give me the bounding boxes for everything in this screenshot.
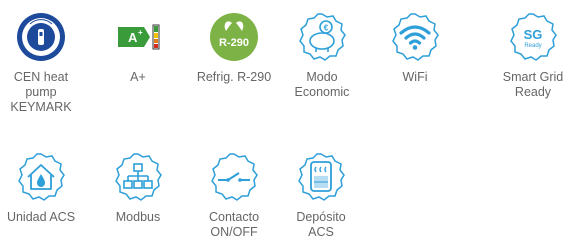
svg-text:€: € [324,24,329,33]
feature-label: Unidad ACS [6,210,76,224]
refrigerant-r290-icon: R-290 [210,13,258,61]
water-tank-icon [298,153,345,201]
feature-label: Refrig. R-290 [196,70,272,84]
feature-label: Smart Grid Ready [502,70,564,99]
feature-label: Modbus [115,210,161,224]
feature-label: Contacto ON/OFF [208,210,260,239]
feature-label: Depósito ACS [296,210,346,239]
feature-energy-class: A + A+ [90,11,186,85]
badge-small-text: Ready [524,43,541,49]
network-hierarchy-icon [115,153,162,201]
feature-modo-economic: € Modo Economic [274,11,370,100]
feature-cen-keymark: CEN heat pump KEYMARK [0,11,89,115]
smart-grid-ready-icon: SG Ready [510,13,557,61]
feature-modbus: Modbus [90,151,186,225]
feature-unidad-acs: Unidad ACS [0,151,89,225]
svg-text:A: A [128,30,138,45]
wifi-icon [392,13,439,61]
svg-text:+: + [138,28,143,37]
feature-smart-grid: SG Ready Smart Grid Ready [485,11,581,100]
feature-refrigerant: R-290 Refrig. R-290 [186,11,282,85]
badge-text: R-290 [219,37,249,49]
feature-label: A+ [130,70,146,84]
energy-class-a-plus-icon: A + [118,24,160,50]
feature-label: CEN heat pump KEYMARK [10,70,72,114]
feature-label: WiFi [402,70,428,84]
house-water-drop-icon [18,153,65,201]
piggy-bank-euro-icon: € [299,13,346,61]
feature-contacto: Contacto ON/OFF [186,151,282,240]
feature-wifi: WiFi [367,11,463,85]
switch-contact-icon [211,153,258,201]
cen-keymark-seal-icon [17,13,65,61]
feature-label: Modo Economic [294,70,350,99]
feature-deposito: Depósito ACS [273,151,369,240]
badge-big-text: SG [524,27,543,42]
